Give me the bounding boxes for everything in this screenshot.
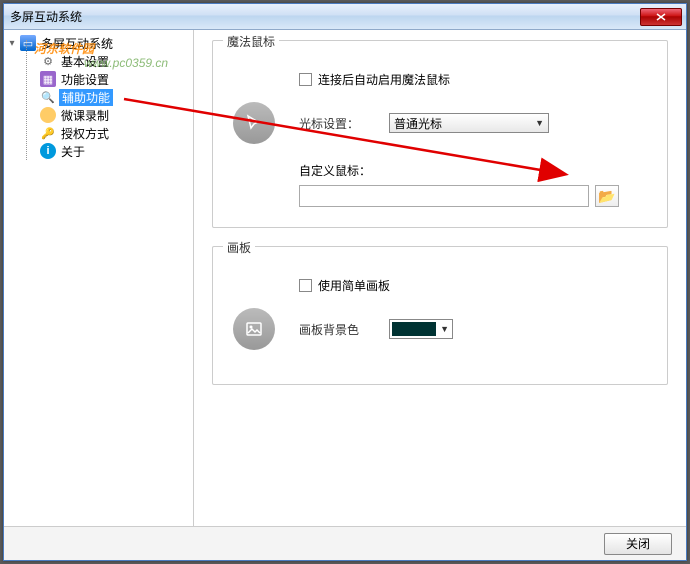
tree-label: 授权方式 [59,125,111,142]
cursor-icon [233,102,275,144]
tree-root[interactable]: ▾ ▭ 多屏互动系统 [6,34,191,52]
settings-window: 多屏互动系统 ▾ ▭ 多屏互动系统 ⚙ 基本设置 ▦ 功能设置 🔍 辅助功能 [3,3,687,561]
cursor-setting-label: 光标设置： [299,115,389,132]
monitor-icon: ▭ [20,35,36,51]
magnifier-icon: 🔍 [40,89,56,105]
close-button[interactable] [640,8,682,26]
folder-icon: 📂 [598,188,615,205]
tree-item-basic[interactable]: ⚙ 基本设置 [6,52,191,70]
tree-item-about[interactable]: i 关于 [6,142,191,160]
chevron-down-icon: ▼ [535,118,544,128]
tree-item-function[interactable]: ▦ 功能设置 [6,70,191,88]
tree-label: 功能设置 [59,71,111,88]
group-title: 画板 [223,239,255,256]
record-icon [40,107,56,123]
window-body: ▾ ▭ 多屏互动系统 ⚙ 基本设置 ▦ 功能设置 🔍 辅助功能 微课录制 🔑 [4,30,686,526]
checkbox-auto-magic[interactable] [299,73,312,86]
tree-label: 辅助功能 [59,89,113,106]
button-label: 关闭 [626,535,650,552]
grid-icon: ▦ [40,71,56,87]
tree-label: 关于 [59,143,87,160]
bg-color-label: 画板背景色 [299,321,389,338]
cursor-dropdown[interactable]: 普通光标 ▼ [389,113,549,133]
tree-label: 微课录制 [59,107,111,124]
tree-root-label: 多屏互动系统 [39,35,115,52]
checkbox-label: 使用简单画板 [318,277,390,294]
content-panel: 魔法鼠标 连接后自动启用魔法鼠标 光标设置： 普通光标 ▼ 自定义 [194,30,686,526]
group-magic-mouse: 魔法鼠标 连接后自动启用魔法鼠标 光标设置： 普通光标 ▼ 自定义 [212,40,668,228]
gear-icon: ⚙ [40,53,56,69]
window-title: 多屏互动系统 [8,8,640,25]
dropdown-value: 普通光标 [394,115,442,132]
chevron-down-icon: ▾ [6,37,18,49]
custom-cursor-path[interactable] [299,185,589,207]
titlebar: 多屏互动系统 [4,4,686,30]
tree-item-assist[interactable]: 🔍 辅助功能 [6,88,191,106]
nav-tree: ▾ ▭ 多屏互动系统 ⚙ 基本设置 ▦ 功能设置 🔍 辅助功能 微课录制 🔑 [4,30,194,526]
custom-cursor-label: 自定义鼠标： [299,162,647,179]
tree-label: 基本设置 [59,53,111,70]
checkbox-label: 连接后自动启用魔法鼠标 [318,71,450,88]
browse-button[interactable]: 📂 [595,185,619,207]
checkbox-simple-canvas[interactable] [299,279,312,292]
bg-color-dropdown[interactable]: ▼ [389,319,453,339]
color-swatch [392,322,436,336]
key-icon: 🔑 [40,125,56,141]
chevron-down-icon: ▼ [440,324,449,334]
tree-item-license[interactable]: 🔑 授权方式 [6,124,191,142]
group-canvas: 画板 使用简单画板 画板背景色 ▼ [212,246,668,385]
image-icon [233,308,275,350]
footer: 关闭 [4,526,686,560]
tree-item-record[interactable]: 微课录制 [6,106,191,124]
close-dialog-button[interactable]: 关闭 [604,533,672,555]
group-title: 魔法鼠标 [223,33,279,50]
info-icon: i [40,143,56,159]
